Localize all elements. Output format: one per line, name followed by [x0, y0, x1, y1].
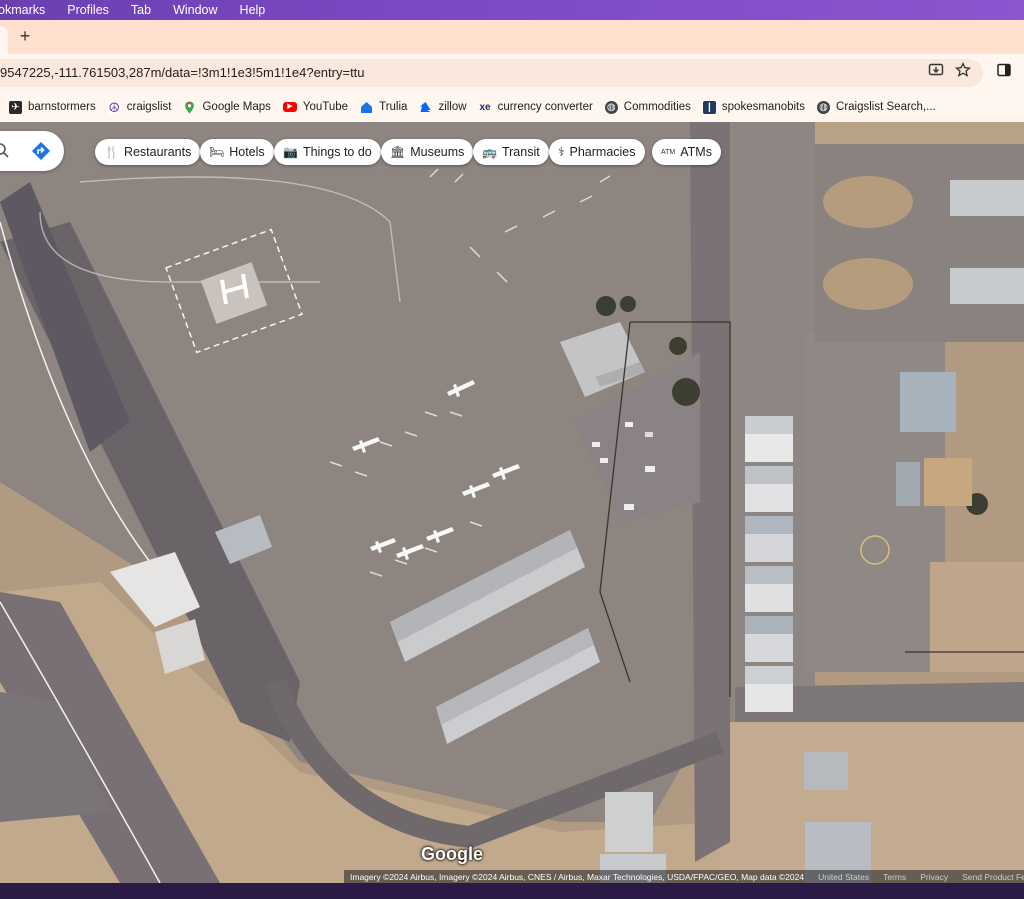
chip-transit[interactable]: 🚌 Transit — [473, 139, 549, 165]
url-text[interactable]: 9547225,-111.761503,287m/data=!3m1!1e3!5… — [0, 65, 365, 80]
bookmark-google-maps[interactable]: Google Maps — [183, 101, 271, 114]
chip-label: Restaurants — [123, 145, 192, 159]
bookmark-youtube[interactable]: ▶ YouTube — [282, 101, 349, 113]
side-panel-icon[interactable] — [994, 62, 1014, 82]
bookmark-label: Commodities — [623, 101, 691, 113]
chip-atms[interactable]: ATM ATMs — [652, 139, 721, 165]
menu-help[interactable]: Help — [229, 3, 277, 17]
satellite-map[interactable]: 🍴 Restaurants 🛏 Hotels 📷 Things to do 🏛 … — [0, 122, 1024, 883]
museum-icon: 🏛 — [390, 145, 406, 159]
peace-icon: ☮ — [107, 99, 121, 115]
menu-tab[interactable]: Tab — [120, 3, 162, 17]
chip-label: Things to do — [302, 145, 372, 159]
star-icon[interactable] — [953, 61, 973, 82]
bookmark-barnstormers[interactable]: ✈ barnstormers — [9, 100, 96, 114]
tab-strip: + — [0, 20, 1024, 54]
bookmark-currency-converter[interactable]: xe currency converter — [479, 101, 593, 114]
globe-icon: ◍ — [817, 100, 831, 114]
chip-hotels[interactable]: 🛏 Hotels — [200, 139, 274, 165]
browser-toolbar: 9547225,-111.761503,287m/data=!3m1!1e3!5… — [0, 54, 1024, 92]
spokesman-icon: | — [702, 100, 716, 114]
address-bar[interactable]: 9547225,-111.761503,287m/data=!3m1!1e3!5… — [0, 59, 983, 87]
chip-label: Museums — [410, 145, 465, 159]
footer-link-feedback[interactable]: Send Product Feedback — [962, 872, 1024, 882]
bookmark-craigslist[interactable]: ☮ craigslist — [107, 99, 172, 115]
new-tab-button[interactable]: + — [14, 25, 36, 47]
footer-link-country[interactable]: United States — [818, 872, 869, 882]
chip-things-to-do[interactable]: 📷 Things to do — [274, 139, 381, 165]
bed-icon: 🛏 — [209, 145, 225, 159]
atm-icon: ATM — [661, 148, 676, 156]
bookmarks-bar: ✈ barnstormers ☮ craigslist Google Maps … — [0, 92, 1024, 122]
install-app-icon[interactable] — [926, 62, 946, 82]
imagery-attribution: Imagery ©2024 Airbus, Imagery ©2024 Airb… — [350, 871, 805, 882]
bus-icon: 🚌 — [482, 145, 497, 159]
satellite-imagery[interactable] — [0, 122, 1024, 883]
menu-profiles[interactable]: Profiles — [56, 3, 120, 17]
bookmark-spokesmanobits[interactable]: | spokesmanobits — [702, 100, 806, 114]
pharmacy-icon: ⚕ — [558, 145, 565, 159]
fork-knife-icon: 🍴 — [104, 145, 119, 159]
chip-label: Pharmacies — [569, 145, 636, 159]
zillow-icon — [419, 101, 432, 114]
chip-label: Transit — [501, 145, 540, 159]
chip-label: Hotels — [229, 145, 265, 159]
trulia-icon — [360, 101, 373, 114]
bookmark-label: Trulia — [379, 101, 408, 113]
globe-icon: ◍ — [604, 100, 618, 114]
bookmark-trulia[interactable]: Trulia — [360, 101, 407, 114]
barnstormers-icon: ✈ — [9, 100, 22, 114]
google-logo: Google — [421, 844, 483, 864]
xe-icon: xe — [479, 101, 491, 113]
bookmark-label: Craigslist Search,... — [836, 101, 936, 113]
camera-icon: 📷 — [283, 145, 298, 159]
bookmark-label: Google Maps — [202, 101, 271, 113]
bookmark-label: zillow — [438, 101, 467, 113]
chip-restaurants[interactable]: 🍴 Restaurants — [95, 139, 201, 165]
bookmark-label: spokesmanobits — [721, 101, 806, 113]
chip-label: ATMs — [680, 145, 712, 159]
footer-link-privacy[interactable]: Privacy — [920, 872, 948, 882]
menu-bookmarks[interactable]: okmarks — [0, 3, 56, 17]
menu-window[interactable]: Window — [162, 3, 228, 17]
bookmark-label: YouTube — [302, 101, 349, 113]
chip-museums[interactable]: 🏛 Museums — [381, 139, 474, 165]
bookmark-craigslist-search[interactable]: ◍ Craigslist Search,... — [817, 100, 936, 114]
bookmark-commodities[interactable]: ◍ Commodities — [604, 100, 691, 114]
bookmark-zillow[interactable]: zillow — [419, 101, 467, 114]
chip-pharmacies[interactable]: ⚕ Pharmacies — [549, 139, 645, 165]
maps-pin-icon — [183, 101, 196, 114]
search-box[interactable] — [0, 131, 64, 171]
bookmark-label: currency converter — [497, 101, 593, 113]
desktop-background-strip — [0, 883, 1024, 899]
menu-bar: okmarks Profiles Tab Window Help — [0, 0, 1024, 20]
footer-link-terms[interactable]: Terms — [883, 872, 906, 882]
bookmark-label: barnstormers — [28, 101, 96, 113]
active-tab[interactable] — [0, 26, 8, 54]
map-attribution-bar: Imagery ©2024 Airbus, Imagery ©2024 Airb… — [344, 870, 1024, 883]
youtube-icon: ▶ — [282, 102, 297, 112]
bookmark-label: craigslist — [126, 101, 172, 113]
